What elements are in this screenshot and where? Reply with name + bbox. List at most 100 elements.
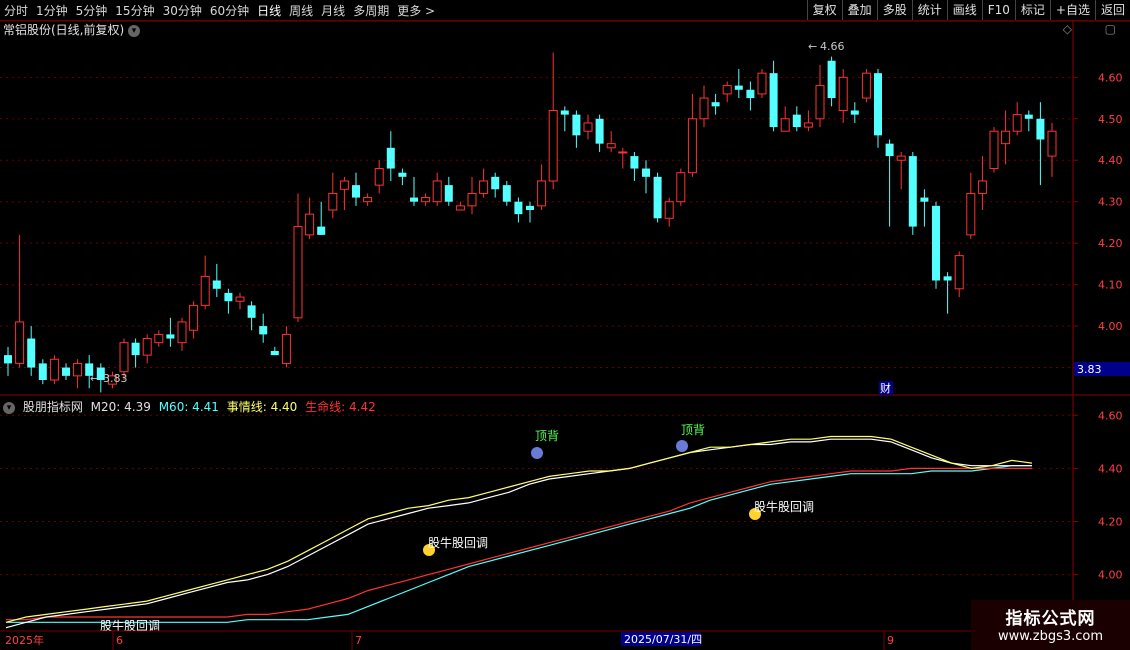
date-label-jun: 6 xyxy=(116,634,123,647)
candle-body xyxy=(491,176,500,190)
price-chart: 4.604.504.404.304.204.104.003.90 4.604.4… xyxy=(0,20,1130,650)
candle-body xyxy=(352,185,360,198)
candle-body xyxy=(455,205,465,211)
red-line xyxy=(6,467,1032,621)
candle-body xyxy=(62,367,70,376)
candle-body xyxy=(850,110,859,115)
candle-body xyxy=(548,109,558,182)
candle-body xyxy=(989,130,999,170)
candle-body xyxy=(363,197,373,203)
candle-body xyxy=(838,76,848,111)
candle-body xyxy=(73,362,83,377)
candle-body xyxy=(943,276,952,281)
candle-body xyxy=(792,114,801,128)
candle-body xyxy=(270,350,279,356)
candle-body xyxy=(618,151,628,154)
candle-body xyxy=(1001,130,1011,145)
chevron-down-icon[interactable]: ▾ xyxy=(3,401,15,414)
candle-body xyxy=(711,102,720,107)
date-axis: 2025年 6 7 2025/07/31/四 9 xyxy=(0,630,1073,650)
price-axis-label: 4.30 xyxy=(1098,196,1123,209)
indicator-legend: ▾ 股朋指标网 M20: 4.39 M60: 4.41 事情线: 4.40 生命… xyxy=(3,398,380,415)
candle-body xyxy=(328,192,338,211)
candle-body xyxy=(583,122,593,132)
candle-body xyxy=(1012,114,1022,132)
candle-body xyxy=(537,180,547,207)
candle-body xyxy=(189,304,199,331)
candle-body xyxy=(722,85,732,95)
fin-marker: 财 xyxy=(880,381,891,395)
candle-body xyxy=(803,122,813,128)
m60-value: M60: 4.41 xyxy=(158,400,219,414)
cursor-date: 2025/07/31/四 xyxy=(624,633,702,646)
candle-body xyxy=(27,338,36,368)
candle-body xyxy=(642,168,650,177)
cyan-line xyxy=(6,465,1032,623)
candle-body xyxy=(339,180,349,190)
watermark-logo: 指标公式网 www.zbgs3.com xyxy=(971,600,1130,650)
candle-body xyxy=(780,118,790,132)
candle-body xyxy=(1036,118,1045,140)
indicator-name[interactable]: 股朋指标网 xyxy=(23,400,83,414)
candle-body xyxy=(687,118,697,174)
signal-pullback-label: 股牛股回调 xyxy=(754,499,814,514)
candle-body xyxy=(177,321,187,344)
signal-top-label: 顶背 xyxy=(535,429,559,443)
candle-body xyxy=(1024,114,1033,119)
high-price-label: 4.66 xyxy=(820,40,845,53)
candle-body xyxy=(4,355,12,364)
price-axis-label: 4.60 xyxy=(1098,71,1123,84)
watermark-line1: 指标公式网 xyxy=(1005,609,1096,629)
candle-body xyxy=(526,205,534,210)
candle-body xyxy=(699,97,709,120)
watermark-line2: www.zbgs3.com xyxy=(997,629,1104,644)
date-label-jul: 7 xyxy=(355,634,362,647)
indicator-axis-label: 4.60 xyxy=(1098,409,1123,422)
price-axis-label: 4.00 xyxy=(1098,320,1123,333)
candle-body xyxy=(861,72,871,99)
candle-body xyxy=(142,338,152,356)
candle-body xyxy=(630,156,639,169)
candle-body xyxy=(467,192,477,207)
signal-top-label: 顶背 xyxy=(681,423,705,437)
candle-body xyxy=(212,280,221,289)
candle-body xyxy=(410,197,418,202)
candle-body xyxy=(305,213,315,236)
candle-body xyxy=(966,192,976,236)
high-arrow-icon: ← xyxy=(808,40,817,53)
candle-body xyxy=(560,110,569,115)
candle-body xyxy=(954,255,964,290)
candle-body xyxy=(572,114,581,136)
candle-body xyxy=(595,118,604,144)
candle-body xyxy=(874,73,882,136)
candle-body xyxy=(444,185,453,202)
candle-body xyxy=(896,155,906,161)
candle-body xyxy=(421,197,431,203)
candle-body xyxy=(746,89,755,99)
candle-body xyxy=(757,72,767,95)
candle-body xyxy=(502,185,511,202)
sad-face-icon xyxy=(531,447,543,459)
shengming-value: 生命线: 4.42 xyxy=(305,400,376,414)
price-axis: 4.604.504.404.304.204.104.003.90 xyxy=(1073,71,1123,375)
candle-body xyxy=(224,292,233,302)
candle-body xyxy=(281,333,291,364)
candle-body xyxy=(932,205,940,281)
candle-body xyxy=(920,197,929,202)
candle-body xyxy=(769,73,778,128)
candle-body xyxy=(815,85,825,120)
candle-body xyxy=(49,358,59,381)
candle-body xyxy=(259,326,268,335)
candlestick-series xyxy=(4,52,1057,393)
candle-body xyxy=(479,180,489,194)
candle-body xyxy=(166,334,175,339)
candle-body xyxy=(908,156,917,227)
candle-body xyxy=(432,180,442,203)
indicator-lines xyxy=(5,435,1033,629)
candle-body xyxy=(374,168,384,186)
signal-pullback-label: 股牛股回调 xyxy=(428,535,488,550)
indicator-axis-label: 4.00 xyxy=(1098,569,1123,582)
candle-body xyxy=(247,305,256,318)
candle-body xyxy=(119,342,129,373)
date-label-sep: 9 xyxy=(887,634,894,647)
